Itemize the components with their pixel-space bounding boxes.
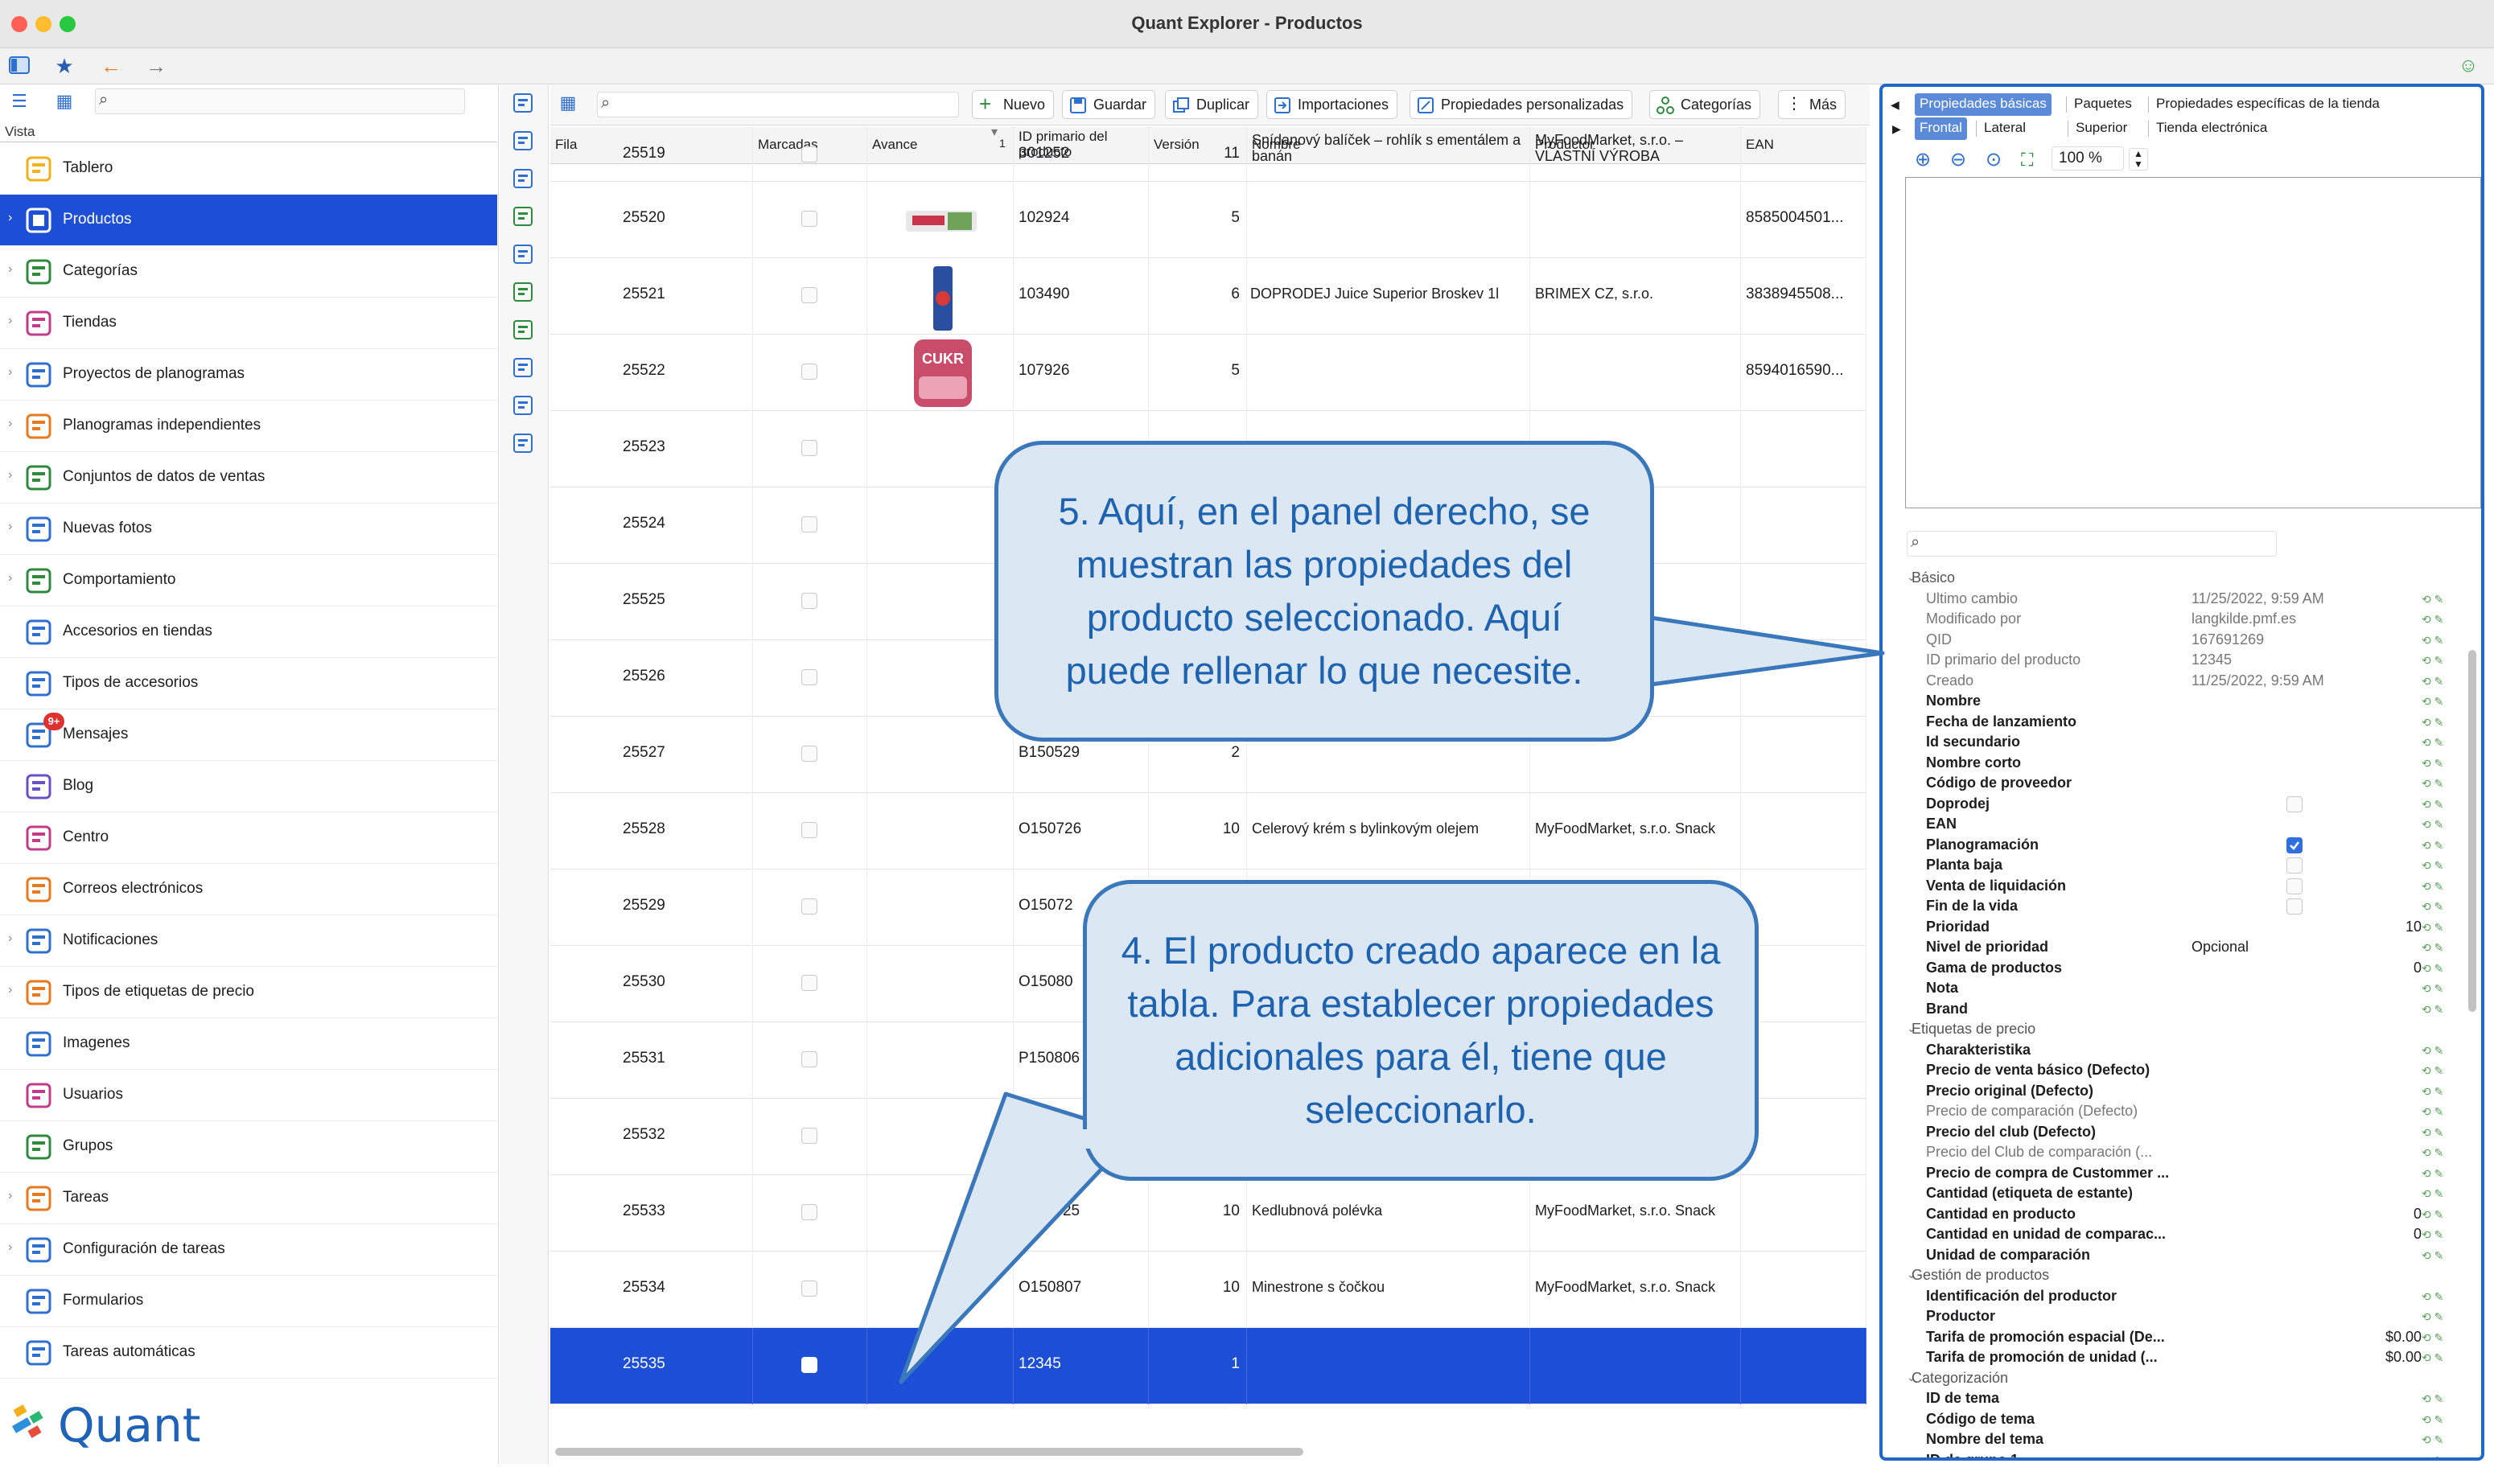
callout-pointer: [899, 609, 1885, 1384]
callout-step-4: 4. El producto creado aparece en la tabl…: [1083, 880, 1759, 1181]
callout-step-5: 5. Aquí, en el panel derecho, se muestra…: [994, 441, 1654, 742]
